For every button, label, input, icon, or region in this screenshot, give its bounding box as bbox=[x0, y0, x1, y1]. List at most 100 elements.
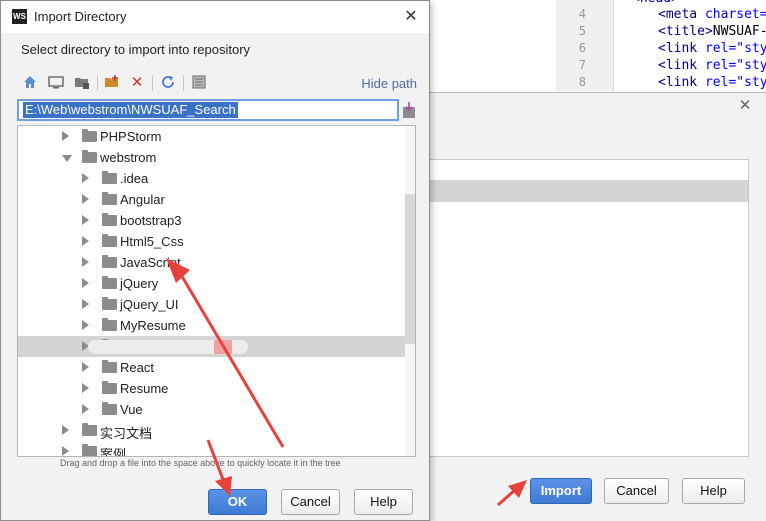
toolbar-separator bbox=[183, 75, 184, 91]
tree-scrollbar-thumb[interactable] bbox=[405, 194, 415, 344]
folder-icon bbox=[102, 192, 117, 205]
import-button[interactable]: Import bbox=[530, 478, 592, 504]
help-button[interactable]: Help bbox=[354, 489, 413, 515]
toolbar-separator bbox=[152, 75, 153, 91]
line-number: 8 bbox=[578, 75, 586, 89]
tree-item-label: React bbox=[120, 360, 154, 375]
chevron-right-icon[interactable] bbox=[82, 236, 89, 246]
chevron-right-icon[interactable] bbox=[62, 446, 69, 456]
screen: <head>4<meta charset=5<title>NWSUAF-6<li… bbox=[0, 0, 766, 521]
code-tag: <title> bbox=[658, 24, 713, 39]
code-attribute: rel="sty bbox=[704, 41, 766, 56]
tree-item-label: webstrom bbox=[100, 150, 157, 165]
folder-icon bbox=[102, 171, 117, 184]
refresh-icon[interactable] bbox=[159, 74, 177, 92]
background-cancel-button[interactable]: Cancel bbox=[604, 478, 669, 504]
chevron-right-icon[interactable] bbox=[82, 194, 89, 204]
path-field[interactable]: E:\Web\webstrom\NWSUAF_Search bbox=[17, 99, 399, 121]
folder-icon bbox=[102, 213, 117, 226]
tree-row[interactable]: PHPStorm bbox=[18, 126, 406, 147]
tree-item-label: Html5_Css bbox=[120, 234, 184, 249]
tree-row[interactable]: jQuery bbox=[18, 273, 406, 294]
ok-button[interactable]: OK bbox=[208, 489, 267, 515]
code-text: <meta charset= bbox=[658, 6, 766, 23]
tree-row[interactable]: Html5_Css bbox=[18, 231, 406, 252]
tree-row[interactable] bbox=[18, 336, 406, 357]
code-line[interactable]: 5 <title>NWSUAF- bbox=[556, 23, 766, 40]
code-text: <link rel="sty bbox=[658, 40, 766, 57]
chevron-right-icon[interactable] bbox=[62, 425, 69, 435]
home-icon[interactable] bbox=[21, 74, 39, 92]
desktop-icon[interactable] bbox=[47, 74, 65, 92]
code-line[interactable]: 4 <meta charset= bbox=[556, 6, 766, 23]
toolbar-separator bbox=[97, 75, 98, 91]
code-tag: <link bbox=[658, 41, 705, 56]
close-icon[interactable]: ✕ bbox=[401, 7, 421, 27]
line-number: 5 bbox=[578, 24, 586, 38]
tree-item-label: 案例 bbox=[100, 447, 127, 457]
tree-row[interactable]: Vue bbox=[18, 399, 406, 420]
chevron-right-icon[interactable] bbox=[82, 320, 89, 330]
folder-icon bbox=[102, 255, 117, 268]
code-line[interactable]: 6 <link rel="sty bbox=[556, 40, 766, 57]
code-text: <link rel="sty bbox=[658, 57, 766, 74]
hide-path-link[interactable]: Hide path bbox=[361, 76, 417, 91]
dialog-title: Import Directory bbox=[34, 9, 127, 24]
tree-row[interactable]: Resume bbox=[18, 378, 406, 399]
tree-row[interactable]: 实习文档 bbox=[18, 420, 406, 441]
folder-icon bbox=[102, 402, 117, 415]
code-attribute: charset= bbox=[704, 7, 766, 22]
tree-row[interactable]: MyResume bbox=[18, 315, 406, 336]
chevron-right-icon[interactable] bbox=[82, 173, 89, 183]
tree-row[interactable]: bootstrap3 bbox=[18, 210, 406, 231]
close-icon[interactable]: ✕ bbox=[738, 98, 752, 113]
instruction-text: Select directory to import into reposito… bbox=[21, 42, 251, 57]
tree-row[interactable]: JavaScript bbox=[18, 252, 406, 273]
tree-row[interactable]: 案例 bbox=[18, 441, 406, 457]
folder-icon bbox=[102, 381, 117, 394]
delete-icon[interactable]: ✕ bbox=[128, 74, 146, 92]
title-bar[interactable]: WS Import Directory ✕ bbox=[1, 1, 429, 33]
path-text: E:\Web\webstrom\NWSUAF_Search bbox=[23, 102, 238, 118]
chevron-right-icon[interactable] bbox=[82, 278, 89, 288]
tree-scrollbar[interactable] bbox=[405, 126, 415, 456]
tree-item-label: Angular bbox=[120, 192, 165, 207]
folder-icon bbox=[82, 150, 97, 163]
tree-row[interactable]: jQuery_UI bbox=[18, 294, 406, 315]
folder-icon bbox=[102, 318, 117, 331]
chevron-right-icon[interactable] bbox=[82, 362, 89, 372]
tree-item-label: jQuery_UI bbox=[120, 297, 179, 312]
redacted-mark bbox=[214, 340, 232, 354]
code-line[interactable]: 7 <link rel="sty bbox=[556, 57, 766, 74]
line-number: 7 bbox=[578, 58, 586, 72]
chevron-right-icon[interactable] bbox=[82, 383, 89, 393]
background-selected-row[interactable] bbox=[430, 180, 748, 202]
path-history-icon[interactable] bbox=[402, 101, 416, 119]
tree-row[interactable]: React bbox=[18, 357, 406, 378]
chevron-down-icon[interactable] bbox=[62, 155, 72, 162]
chevron-right-icon[interactable] bbox=[82, 257, 89, 267]
folder-icon bbox=[102, 276, 117, 289]
webstorm-logo-icon: WS bbox=[12, 9, 27, 24]
chevron-right-icon[interactable] bbox=[82, 404, 89, 414]
folder-icon bbox=[82, 423, 97, 436]
tree-item-label: JavaScript bbox=[120, 255, 181, 270]
tree-row[interactable]: webstrom bbox=[18, 147, 406, 168]
chevron-right-icon[interactable] bbox=[82, 299, 89, 309]
tree-row[interactable]: Angular bbox=[18, 189, 406, 210]
cancel-button[interactable]: Cancel bbox=[281, 489, 340, 515]
code-line[interactable]: 8 <link rel="sty bbox=[556, 74, 766, 91]
code-attribute: rel="sty bbox=[704, 75, 766, 90]
chevron-right-icon[interactable] bbox=[62, 131, 69, 141]
folder-icon bbox=[102, 360, 117, 373]
tree-row[interactable]: .idea bbox=[18, 168, 406, 189]
line-number: 6 bbox=[578, 41, 586, 55]
background-help-button[interactable]: Help bbox=[682, 478, 745, 504]
project-icon[interactable] bbox=[73, 74, 91, 92]
code-content: NWSUAF- bbox=[712, 24, 766, 39]
tree-item-label: Vue bbox=[120, 402, 143, 417]
new-folder-icon[interactable] bbox=[103, 74, 121, 92]
chevron-right-icon[interactable] bbox=[82, 215, 89, 225]
show-hidden-icon[interactable] bbox=[190, 74, 208, 92]
directory-tree[interactable]: PHPStorm webstrom .idea Angular bootstrap3 Ht… bbox=[17, 125, 416, 457]
